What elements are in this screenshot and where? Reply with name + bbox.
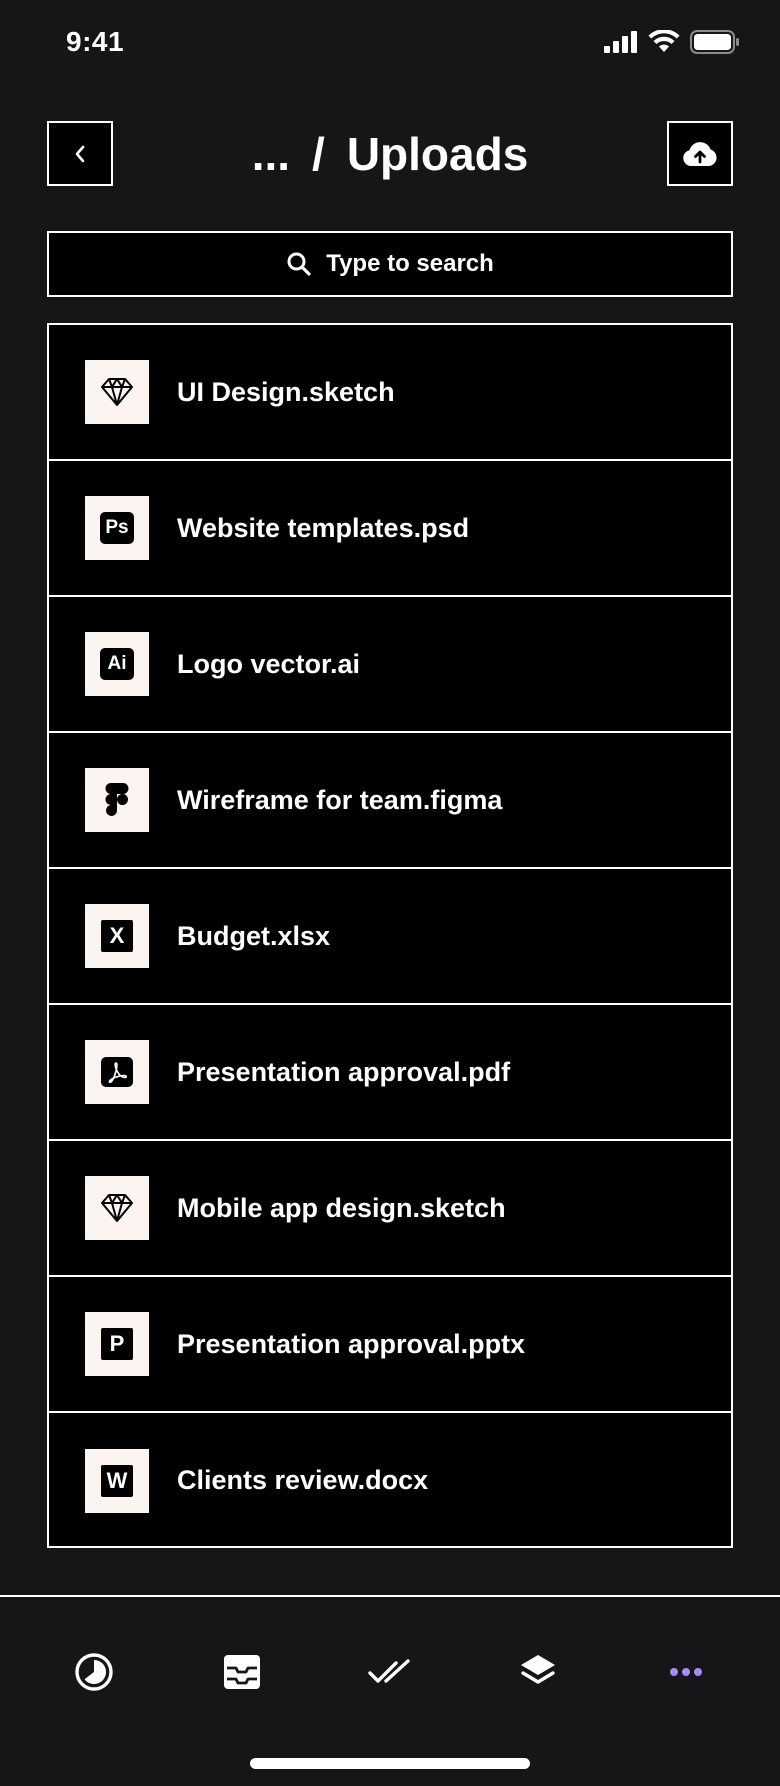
sketch-icon [101, 1194, 133, 1222]
file-name: Mobile app design.sketch [177, 1192, 506, 1223]
tab-bar [0, 1640, 780, 1704]
file-icon-tile: Ps [85, 496, 149, 560]
tab-tasks[interactable] [350, 1640, 430, 1704]
status-time: 9:41 [66, 26, 125, 57]
breadcrumb-separator: / [312, 127, 325, 180]
illustrator-icon: Ai [100, 648, 134, 680]
uploads-screen: 9:41 ... / Uploads Type to search UI Des… [0, 0, 780, 1786]
figma-icon [105, 783, 129, 816]
file-icon-tile: X [85, 904, 149, 968]
search-input[interactable]: Type to search [47, 231, 733, 297]
file-icon-tile [85, 1176, 149, 1240]
file-icon-tile: P [85, 1312, 149, 1376]
status-icons [604, 30, 740, 54]
page-title-text: Uploads [346, 127, 529, 180]
wifi-icon [648, 30, 680, 52]
file-list: UI Design.sketch Ps Website templates.ps… [47, 323, 733, 1548]
back-button[interactable] [47, 121, 113, 186]
list-item[interactable]: W Clients review.docx [49, 1413, 731, 1548]
excel-icon: X [101, 920, 133, 952]
more-icon [670, 1668, 702, 1676]
file-name: Budget.xlsx [177, 920, 331, 951]
file-name: UI Design.sketch [177, 376, 395, 407]
list-item[interactable]: Ai Logo vector.ai [49, 597, 731, 733]
photoshop-icon: Ps [100, 512, 134, 544]
list-item[interactable]: Wireframe for team.figma [49, 733, 731, 869]
file-name: Wireframe for team.figma [177, 784, 503, 815]
file-name: Logo vector.ai [177, 648, 361, 679]
chevron-left-icon [75, 145, 85, 162]
battery-icon [690, 30, 739, 54]
status-bar: 9:41 [0, 0, 780, 90]
tab-layers[interactable] [498, 1640, 578, 1704]
list-item[interactable]: P Presentation approval.pptx [49, 1277, 731, 1413]
breadcrumb-ellipsis[interactable]: ... [252, 127, 290, 181]
layers-icon [521, 1655, 555, 1684]
tab-more[interactable] [646, 1640, 726, 1704]
sketch-icon [101, 378, 133, 406]
file-name: Website templates.psd [177, 512, 470, 543]
search-placeholder: Type to search [326, 250, 494, 277]
cloud-upload-icon [683, 141, 717, 166]
file-icon-tile: Ai [85, 632, 149, 696]
file-name: Presentation approval.pptx [177, 1328, 526, 1359]
tab-inbox[interactable] [202, 1640, 282, 1704]
file-name: Presentation approval.pdf [177, 1056, 511, 1087]
upload-button[interactable] [667, 121, 733, 186]
tasks-icon [368, 1659, 410, 1683]
pdf-icon [101, 1057, 133, 1087]
file-name: Clients review.docx [177, 1465, 429, 1495]
list-item[interactable]: Ps Website templates.psd [49, 461, 731, 597]
dashboard-icon [75, 1653, 113, 1691]
powerpoint-icon: P [101, 1328, 133, 1360]
header: ... / Uploads [47, 121, 733, 186]
home-indicator [250, 1758, 530, 1769]
file-icon-tile [85, 768, 149, 832]
file-icon-tile: W [85, 1448, 149, 1513]
list-item[interactable]: Presentation approval.pdf [49, 1005, 731, 1141]
file-icon-tile [85, 1040, 149, 1104]
list-item[interactable]: UI Design.sketch [49, 325, 731, 461]
list-item[interactable]: Mobile app design.sketch [49, 1141, 731, 1277]
tab-bar-divider [0, 1595, 780, 1597]
file-icon-tile [85, 360, 149, 424]
word-icon: W [101, 1464, 133, 1497]
search-icon [287, 252, 311, 276]
inbox-icon [224, 1655, 260, 1689]
page-title: ... / Uploads [47, 121, 733, 186]
tab-dashboard[interactable] [54, 1640, 134, 1704]
signal-icon [604, 31, 637, 53]
list-item[interactable]: X Budget.xlsx [49, 869, 731, 1005]
